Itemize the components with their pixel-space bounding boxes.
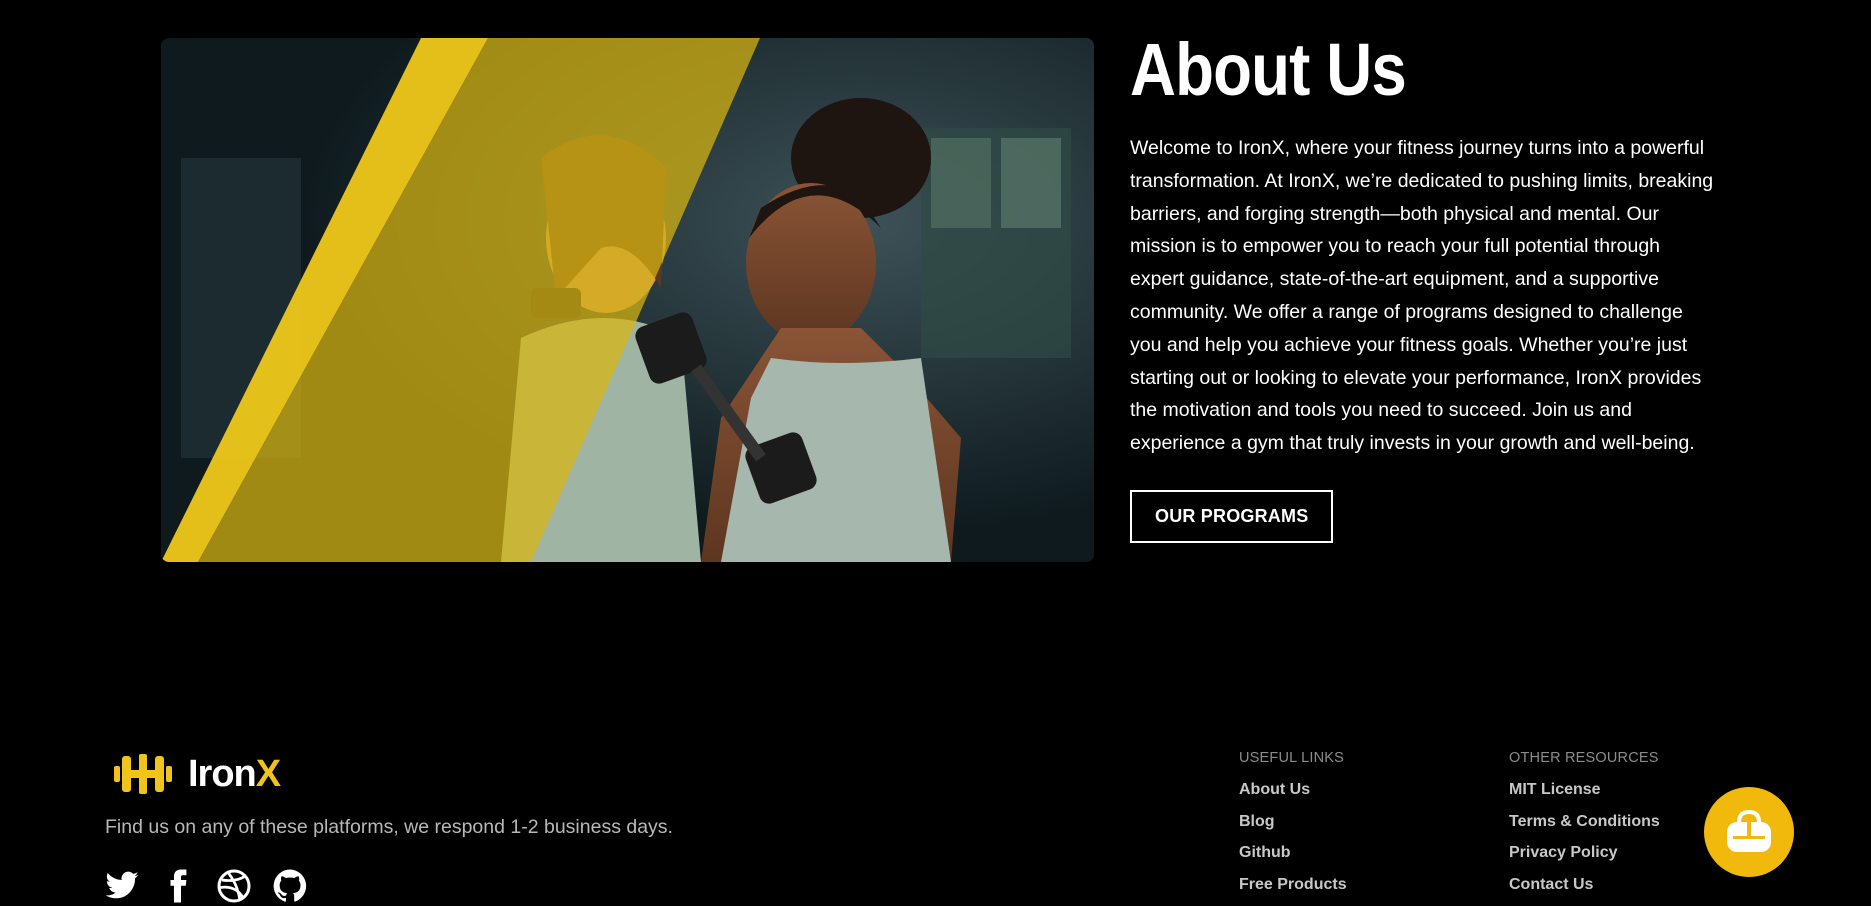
useful-links-heading: USEFUL LINKS (1239, 750, 1345, 766)
about-description: Welcome to IronX, where your fitness jou… (1130, 137, 1714, 455)
about-section: About Us Welcome to IronX, where your fi… (1130, 28, 1720, 543)
cart-button[interactable] (1704, 787, 1794, 877)
about-title: About Us (1130, 28, 1407, 111)
brand-name: IronX (188, 752, 281, 795)
footer-link-free-products[interactable]: Free Products (1239, 869, 1347, 901)
footer-link-mit-license[interactable]: MIT License (1509, 774, 1660, 806)
footer-brand[interactable]: IronX (112, 752, 281, 796)
facebook-icon[interactable] (160, 868, 196, 904)
twitter-icon[interactable] (104, 868, 140, 904)
footer-tagline: Find us on any of these platforms, we re… (105, 816, 673, 838)
social-links (104, 868, 308, 904)
useful-links: USEFUL LINKS About Us Blog Github Free P… (1239, 750, 1347, 900)
gym-bag-icon (1727, 809, 1771, 852)
github-icon[interactable] (272, 868, 308, 904)
footer-link-github[interactable]: Github (1239, 837, 1347, 869)
other-resources-heading: OTHER RESOURCES (1509, 750, 1659, 766)
footer-link-privacy[interactable]: Privacy Policy (1509, 837, 1660, 869)
dumbbell-logo-icon (114, 754, 172, 794)
our-programs-button[interactable]: OUR PROGRAMS (1130, 489, 1334, 543)
dribbble-icon[interactable] (216, 868, 252, 904)
footer-link-blog[interactable]: Blog (1239, 806, 1347, 838)
footer-link-terms[interactable]: Terms & Conditions (1509, 806, 1660, 838)
other-resources: OTHER RESOURCES MIT License Terms & Cond… (1509, 750, 1660, 900)
footer-link-about-us[interactable]: About Us (1239, 774, 1347, 806)
about-hero-image (161, 38, 1094, 562)
footer-link-contact[interactable]: Contact Us (1509, 869, 1660, 901)
page: About Us Welcome to IronX, where your fi… (0, 0, 1871, 906)
